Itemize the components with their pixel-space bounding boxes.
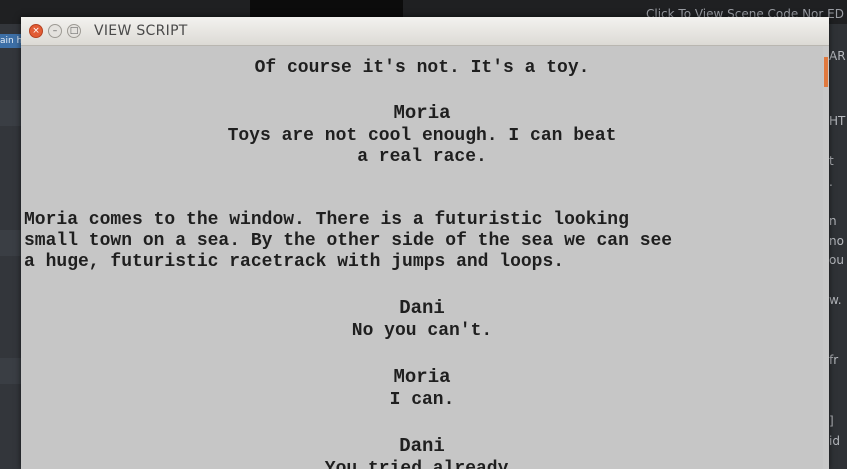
background-right-text: id: [829, 434, 840, 448]
background-right-text: ]: [829, 414, 834, 428]
background-right-text: w.: [829, 293, 842, 307]
vertical-scrollbar[interactable]: [823, 46, 829, 469]
background-right-text: t: [829, 154, 834, 168]
minimize-button[interactable]: –: [48, 24, 62, 38]
script-dialogue-line: Of course it's not. It's a toy.: [254, 58, 590, 78]
scrollbar-thumb[interactable]: [824, 57, 828, 87]
script-character-name: Moria: [393, 366, 451, 388]
script-character-name: Dani: [399, 297, 445, 319]
script-action-line: small town on a sea. By the other side o…: [24, 231, 673, 251]
background-left-row: [0, 358, 22, 384]
script-dialogue-line: a real race.: [357, 147, 487, 167]
background-right-text: HT: [829, 114, 846, 128]
background-left-row: [0, 230, 22, 256]
script-dialogue-line: No you can't.: [351, 321, 493, 341]
script-action-line: a huge, futuristic racetrack with jumps …: [24, 252, 565, 272]
script-text-area[interactable]: Of course it's not. It's a toy. Moria To…: [21, 46, 823, 469]
background-right-text: AR: [829, 49, 846, 63]
background-right-text: fr: [829, 353, 839, 367]
script-action-line: Moria comes to the window. There is a fu…: [24, 210, 629, 230]
script-character-name: Dani: [399, 435, 445, 457]
background-right-text: .: [829, 175, 833, 189]
window-titlebar[interactable]: × – □ VIEW SCRIPT: [21, 17, 829, 46]
background-right-text: no: [829, 234, 844, 248]
view-script-window: × – □ VIEW SCRIPT Of course it's not. It…: [21, 17, 829, 469]
window-title: VIEW SCRIPT: [94, 23, 188, 39]
background-left-tab[interactable]: ain h: [0, 34, 22, 48]
background-right-text: n: [829, 214, 837, 228]
script-character-name: Moria: [393, 102, 451, 124]
script-dialogue-line: I can.: [389, 390, 455, 410]
background-right-text: ou: [829, 253, 844, 267]
maximize-button[interactable]: □: [67, 24, 81, 38]
script-dialogue-line: You tried already.: [324, 459, 520, 469]
close-button[interactable]: ×: [29, 24, 43, 38]
script-dialogue-line: Toys are not cool enough. I can beat: [227, 126, 617, 146]
background-left-row: [0, 100, 22, 126]
